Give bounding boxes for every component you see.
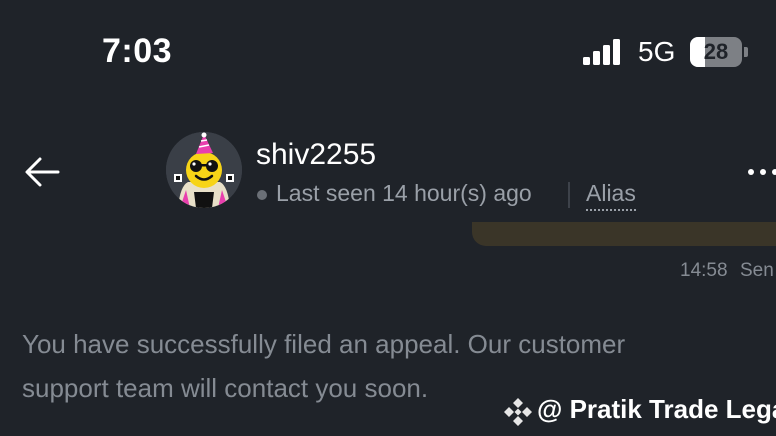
party-avatar-icon [166, 132, 242, 208]
contact-username[interactable]: shiv2255 [256, 138, 376, 172]
more-options-icon[interactable] [748, 166, 776, 178]
last-seen-status: Last seen 14 hour(s) ago [276, 180, 532, 206]
message-status: Sen [740, 260, 774, 281]
cellular-signal-icon [583, 39, 620, 65]
message-timestamp: 14:58 [680, 260, 728, 281]
battery-level: 28 [703, 39, 729, 64]
watermark-text: @ Pratik Trade Legal [537, 394, 776, 424]
sent-message-bubble[interactable] [472, 222, 776, 246]
header-divider [568, 182, 570, 208]
status-time: 7:03 [102, 32, 173, 70]
notice-line-1: You have successfully filed an appeal. O… [22, 329, 626, 359]
battery-icon: 28 [690, 37, 748, 67]
presence-dot [257, 190, 267, 200]
battery-cap [744, 47, 748, 57]
network-type: 5G [638, 36, 676, 67]
alias-link[interactable]: Alias [586, 180, 636, 211]
back-arrow-icon[interactable] [24, 156, 60, 188]
binance-diamond-icon [504, 398, 532, 426]
avatar[interactable] [166, 132, 242, 208]
